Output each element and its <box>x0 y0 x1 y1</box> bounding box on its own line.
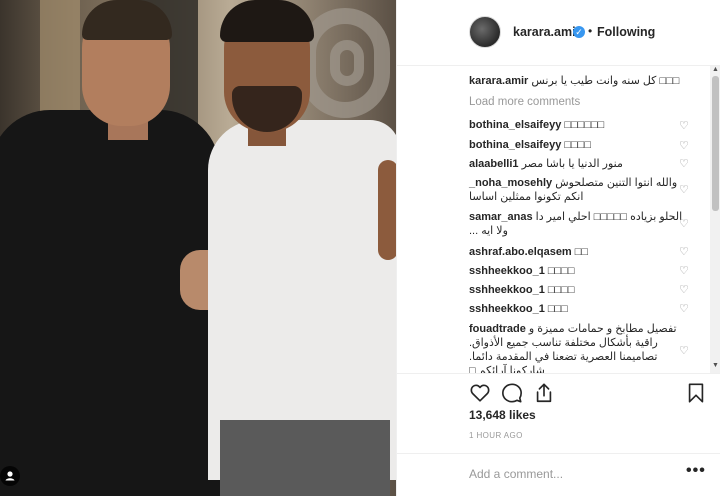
comment-like-heart-icon[interactable]: ♡ <box>679 247 690 258</box>
list-item: bothina_elsaifeyy □□□□□□ <box>469 118 689 132</box>
header-separator: • <box>588 24 593 38</box>
scroll-up-arrow-icon[interactable]: ▲ <box>711 66 720 74</box>
list-item: sshheekkoo_1 □□□□ <box>469 264 689 278</box>
comment-text: □□□□ <box>547 265 575 277</box>
person-tag-glyph <box>5 471 15 481</box>
photo-cabinet <box>40 0 80 120</box>
comment-text: □□ <box>574 246 589 258</box>
comment-username[interactable]: fouadtrade <box>469 323 526 335</box>
comment-text: منور الدنيا يا باشا مصر <box>521 158 623 170</box>
post-side-panel: karara.amir ✓ • Following karara.amir □□… <box>396 0 720 496</box>
comment-text: □□□□ <box>547 284 575 296</box>
comment-like-heart-icon[interactable]: ♡ <box>679 185 690 196</box>
comment-username[interactable]: sshheekkoo_1 <box>469 303 545 315</box>
comment-username[interactable]: sshheekkoo_1 <box>469 284 545 296</box>
comment-username[interactable]: bothina_elsaifeyy <box>469 119 561 131</box>
comment-text: □□□□□□ <box>564 119 605 131</box>
comment-like-heart-icon[interactable]: ♡ <box>679 219 690 230</box>
heart-icon[interactable] <box>469 382 491 404</box>
post-timestamp[interactable]: 1 HOUR AGO <box>469 431 523 440</box>
comment-bubble-icon[interactable] <box>501 382 523 404</box>
comment-username[interactable]: _noha_mosehly <box>469 177 552 189</box>
photo-wall-logo-inner <box>330 40 364 86</box>
person-tag-icon[interactable] <box>0 466 20 486</box>
comments-scroll-thumb[interactable] <box>712 76 719 211</box>
comment-username[interactable]: bothina_elsaifeyy <box>469 139 561 151</box>
person-right-legs <box>220 420 390 496</box>
caption-text: □□□ كل سنه وانت طيب يا برنس <box>531 75 680 87</box>
comment-like-heart-icon[interactable]: ♡ <box>679 285 690 296</box>
comment-username[interactable]: alaabelli1 <box>469 158 519 170</box>
list-item: ashraf.abo.elqasem □□ <box>469 245 689 259</box>
list-item: alaabelli1 منور الدنيا يا باشا مصر <box>469 157 689 171</box>
comment-like-heart-icon[interactable]: ♡ <box>679 346 690 357</box>
person-right-hair <box>220 0 314 42</box>
comment-like-heart-icon[interactable]: ♡ <box>679 266 690 277</box>
list-item: bothina_elsaifeyy □□□□ <box>469 138 689 152</box>
more-options-icon[interactable]: ••• <box>686 462 706 480</box>
comment-username[interactable]: sshheekkoo_1 <box>469 265 545 277</box>
list-item: fouadtrade تفصيل مطابخ و حمامات مميزة و … <box>469 322 689 373</box>
person-right-arm <box>378 160 396 260</box>
list-item: sshheekkoo_1 □□□ <box>469 302 689 316</box>
comments-list[interactable]: karara.amir □□□ كل سنه وانت طيب يا برنس … <box>397 66 720 373</box>
avatar[interactable] <box>469 16 501 48</box>
list-item: samar_anas الحلو بزياده □□□□□ احلي امير … <box>469 210 689 238</box>
scroll-down-arrow-icon[interactable]: ▼ <box>711 362 720 370</box>
add-comment-bar: ••• <box>397 453 720 496</box>
post-photo[interactable] <box>0 0 396 496</box>
list-item: _noha_mosehly والله انتوا التنين متصلحوش… <box>469 176 689 204</box>
comment-username[interactable]: samar_anas <box>469 211 533 223</box>
verified-badge-icon: ✓ <box>573 26 585 38</box>
username-link[interactable]: karara.amir <box>513 25 580 39</box>
comment-like-heart-icon[interactable]: ♡ <box>679 121 690 132</box>
comment-username[interactable]: ashraf.abo.elqasem <box>469 246 572 258</box>
share-icon[interactable] <box>533 382 555 404</box>
comment-text: □□□□ <box>564 139 591 151</box>
comment-text: □□□ <box>547 303 568 315</box>
caption-username[interactable]: karara.amir <box>469 75 528 87</box>
bookmark-icon[interactable] <box>685 382 707 404</box>
comment-like-heart-icon[interactable]: ♡ <box>679 159 690 170</box>
post-header: karara.amir ✓ • Following <box>397 0 720 66</box>
following-button[interactable]: Following <box>597 25 655 39</box>
comment-like-heart-icon[interactable]: ♡ <box>679 141 690 152</box>
load-more-comments-link[interactable]: Load more comments <box>469 96 580 108</box>
comment-like-heart-icon[interactable]: ♡ <box>679 304 690 315</box>
post-caption: karara.amir □□□ كل سنه وانت طيب يا برنس <box>469 74 689 88</box>
post-actions: 13,648 likes 1 HOUR AGO <box>397 373 720 453</box>
list-item: sshheekkoo_1 □□□□ <box>469 283 689 297</box>
likes-count[interactable]: 13,648 likes <box>469 408 536 422</box>
add-comment-input[interactable] <box>469 464 669 484</box>
